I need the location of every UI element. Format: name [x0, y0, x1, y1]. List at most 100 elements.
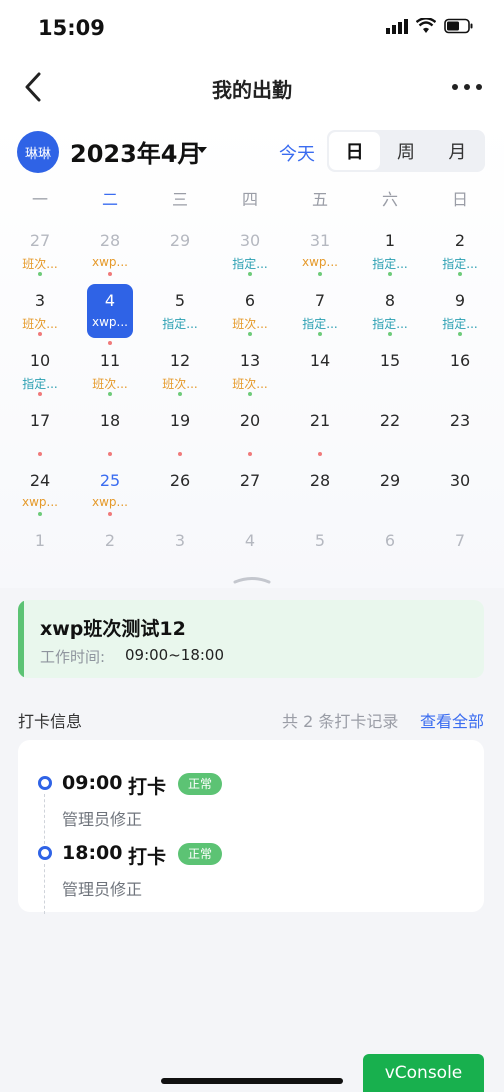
tab-month[interactable]: 月 [432, 132, 483, 170]
calendar-day[interactable]: 25 xwp... [75, 465, 145, 525]
calendar-day[interactable]: 29 [355, 465, 425, 525]
calendar-day[interactable]: 29 [145, 225, 215, 285]
day-number: 8 [384, 291, 396, 310]
status-dot [178, 392, 182, 396]
calendar-day[interactable]: 8 指定... [355, 285, 425, 345]
shift-card[interactable]: xwp班次测试12 工作时间: 09:00~18:00 [18, 600, 484, 678]
calendar-day[interactable]: 27 [215, 465, 285, 525]
punch-record-count: 共 2 条打卡记录 [282, 712, 399, 731]
punch-time: 18:00 [62, 842, 123, 864]
calendar-day[interactable]: 12 班次... [145, 345, 215, 405]
day-shift-label: xwp... [302, 255, 338, 269]
calendar-grid: 27 班次... 28 xwp... 29 30 指定... 31 xwp... 1 指定... 2 指… [5, 225, 497, 555]
calendar-day[interactable]: 1 指定... [355, 225, 425, 285]
avatar[interactable]: 琳琳 [17, 131, 59, 173]
calendar-day[interactable]: 24 xwp... [5, 465, 75, 525]
day-shift-label: 班次... [232, 377, 268, 391]
page-title: 我的出勤 [212, 78, 292, 102]
day-number: 4 [244, 531, 256, 550]
day-number: 6 [244, 291, 256, 310]
calendar-day[interactable]: 30 [425, 465, 495, 525]
calendar-day[interactable]: 21 [285, 405, 355, 465]
calendar-day[interactable]: 6 班次... [215, 285, 285, 345]
day-shift-label: 指定... [232, 257, 268, 271]
calendar-day[interactable]: 19 [145, 405, 215, 465]
day-number: 20 [239, 411, 261, 430]
calendar-day[interactable]: 26 [145, 465, 215, 525]
punch-type: 打卡 [128, 776, 167, 798]
punch-record[interactable]: 09:00 打卡 正常 管理员修正 [18, 748, 484, 844]
tab-week[interactable]: 周 [380, 132, 431, 170]
day-number: 28 [99, 231, 121, 250]
day-number: 1 [384, 231, 396, 250]
caret-down-icon[interactable] [197, 147, 207, 153]
calendar-day[interactable]: 27 班次... [5, 225, 75, 285]
calendar-day[interactable]: 3 [145, 525, 215, 585]
calendar-day[interactable]: 10 指定... [5, 345, 75, 405]
calendar-day[interactable]: 20 [215, 405, 285, 465]
calendar-day[interactable]: 2 [75, 525, 145, 585]
view-switch: 日 周 月 [327, 130, 485, 172]
punch-type: 打卡 [128, 846, 167, 868]
more-options-icon[interactable] [450, 72, 484, 102]
weekday-label: 一 [31, 190, 48, 209]
work-time-value: 09:00~18:00 [125, 646, 225, 664]
calendar-day[interactable]: 18 [75, 405, 145, 465]
calendar-day[interactable]: 5 [285, 525, 355, 585]
day-shift-label: 指定... [22, 377, 58, 391]
day-number: 3 [34, 291, 46, 310]
calendar-day[interactable]: 1 [5, 525, 75, 585]
day-number: 17 [29, 411, 51, 430]
status-dot [318, 332, 322, 336]
calendar-day[interactable]: 4 xwp... [75, 284, 145, 345]
status-dot [458, 272, 462, 276]
calendar-day[interactable]: 16 [425, 345, 495, 405]
battery-icon [444, 18, 473, 34]
calendar-day[interactable]: 30 指定... [215, 225, 285, 285]
calendar-day[interactable]: 11 班次... [75, 345, 145, 405]
calendar-panel: 琳琳 2023年4月 今天 日 周 月 一 二 三 四 五 六 日 27 班次..… [0, 120, 504, 588]
calendar-day[interactable]: 22 [355, 405, 425, 465]
timeline-dot-icon [38, 846, 52, 860]
calendar-day[interactable]: 31 xwp... [285, 225, 355, 285]
day-number: 25 [99, 471, 121, 490]
calendar-day[interactable]: 2 指定... [425, 225, 495, 285]
status-dot [248, 452, 252, 456]
punch-time: 09:00 [62, 772, 123, 794]
calendar-day[interactable]: 14 [285, 345, 355, 405]
day-number: 9 [454, 291, 466, 310]
calendar-day[interactable]: 23 [425, 405, 495, 465]
day-number: 24 [29, 471, 51, 490]
calendar-day[interactable]: 28 xwp... [75, 225, 145, 285]
calendar-day[interactable]: 7 指定... [285, 285, 355, 345]
vconsole-button[interactable]: vConsole [363, 1054, 484, 1092]
calendar-day[interactable]: 28 [285, 465, 355, 525]
day-shift-label: 指定... [442, 257, 478, 271]
calendar-day[interactable]: 3 班次... [5, 285, 75, 345]
day-shift-label: 指定... [372, 317, 408, 331]
weekday-label: 日 [451, 190, 468, 209]
today-button[interactable]: 今天 [279, 140, 315, 166]
calendar-day[interactable]: 17 [5, 405, 75, 465]
home-indicator[interactable] [161, 1078, 343, 1084]
day-number: 3 [174, 531, 186, 550]
punch-record[interactable]: 18:00 打卡 正常 管理员修正 [18, 818, 484, 914]
calendar-day[interactable]: 9 指定... [425, 285, 495, 345]
drag-handle-icon[interactable] [232, 576, 272, 584]
month-selector[interactable]: 2023年4月 [70, 134, 202, 169]
punch-header: 打卡信息 共 2 条打卡记录 查看全部 [18, 708, 486, 731]
status-dot [318, 272, 322, 276]
status-dot [388, 332, 392, 336]
day-number: 13 [239, 351, 261, 370]
calendar-day[interactable]: 13 班次... [215, 345, 285, 405]
day-number: 14 [309, 351, 331, 370]
calendar-day[interactable]: 6 [355, 525, 425, 585]
calendar-day[interactable]: 15 [355, 345, 425, 405]
calendar-day[interactable]: 5 指定... [145, 285, 215, 345]
weekday-label: 五 [311, 190, 328, 209]
day-number: 22 [379, 411, 401, 430]
calendar-day[interactable]: 7 [425, 525, 495, 585]
tab-day[interactable]: 日 [329, 132, 381, 170]
day-number: 5 [174, 291, 186, 310]
view-all-link[interactable]: 查看全部 [420, 708, 484, 732]
